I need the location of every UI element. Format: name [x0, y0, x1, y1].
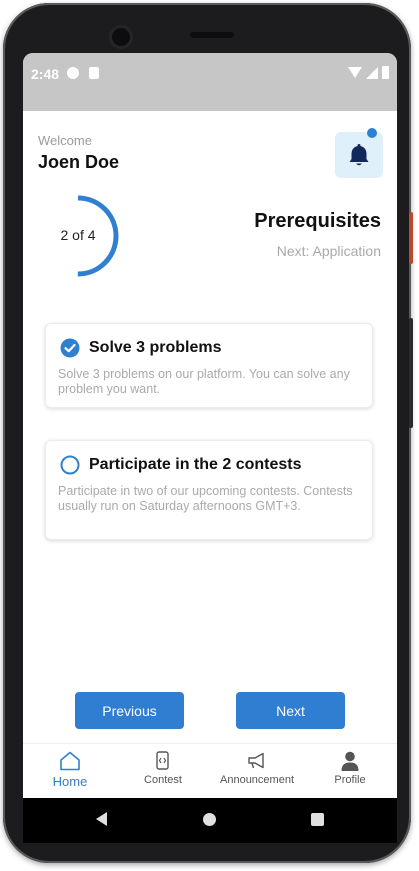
- sim-icon: [89, 67, 99, 79]
- notifications-button[interactable]: [335, 132, 383, 178]
- checked-circle-icon[interactable]: [60, 338, 80, 358]
- wifi-icon: [348, 67, 362, 78]
- contest-icon: [156, 751, 169, 770]
- earpiece-speaker: [190, 32, 234, 38]
- notification-icon: [67, 67, 79, 79]
- progress-label: 2 of 4: [60, 227, 96, 243]
- task-title: Solve 3 problems: [89, 339, 222, 356]
- next-button[interactable]: Next: [236, 692, 345, 729]
- nav-item-contest[interactable]: Contest: [123, 750, 203, 786]
- battery-icon: [382, 66, 389, 79]
- app-screen: 2:48 Welcome Joen Doe 2 of 4 Prerequisit…: [23, 53, 397, 798]
- task-description: Solve 3 problems on our platform. You ca…: [58, 367, 350, 396]
- signal-icon: [366, 66, 378, 79]
- previous-button[interactable]: Previous: [75, 692, 184, 729]
- nav-label-profile: Profile: [334, 774, 366, 786]
- task-card-participate-contests[interactable]: Participate in the 2 contests Participat…: [45, 440, 373, 540]
- task-title: Participate in the 2 contests: [89, 456, 302, 473]
- volume-button: [409, 318, 413, 428]
- power-button: [409, 212, 413, 264]
- android-navigation-bar: [23, 798, 397, 843]
- next-step-label: Next: Application: [276, 243, 381, 259]
- welcome-label: Welcome: [38, 133, 92, 148]
- unchecked-circle-icon[interactable]: [60, 455, 80, 475]
- megaphone-icon: [248, 752, 264, 769]
- bell-icon: [349, 144, 369, 166]
- task-card-solve-problems[interactable]: Solve 3 problems Solve 3 problems on our…: [45, 323, 373, 408]
- nav-label-home: Home: [52, 774, 88, 789]
- step-title: Prerequisites: [254, 210, 381, 232]
- nav-label-contest: Contest: [144, 774, 182, 786]
- front-camera: [112, 28, 130, 46]
- profile-icon: [341, 751, 359, 771]
- back-icon[interactable]: [96, 812, 107, 826]
- nav-item-home[interactable]: Home: [30, 750, 110, 789]
- task-description: Participate in two of our upcoming conte…: [58, 484, 353, 513]
- nav-item-profile[interactable]: Profile: [310, 750, 390, 786]
- status-time: 2:48: [31, 66, 60, 82]
- nav-label-announcement: Announcement: [220, 774, 294, 786]
- home-button-icon[interactable]: [203, 813, 216, 826]
- notification-dot: [367, 128, 377, 138]
- recent-apps-icon[interactable]: [311, 813, 324, 826]
- user-name: Joen Doe: [38, 152, 120, 172]
- bottom-nav: Home Contest Announcement Profile: [23, 743, 397, 798]
- status-icons: [348, 66, 389, 79]
- home-icon: [60, 751, 80, 771]
- status-bar: 2:48: [23, 53, 397, 111]
- nav-item-announcement[interactable]: Announcement: [217, 750, 297, 786]
